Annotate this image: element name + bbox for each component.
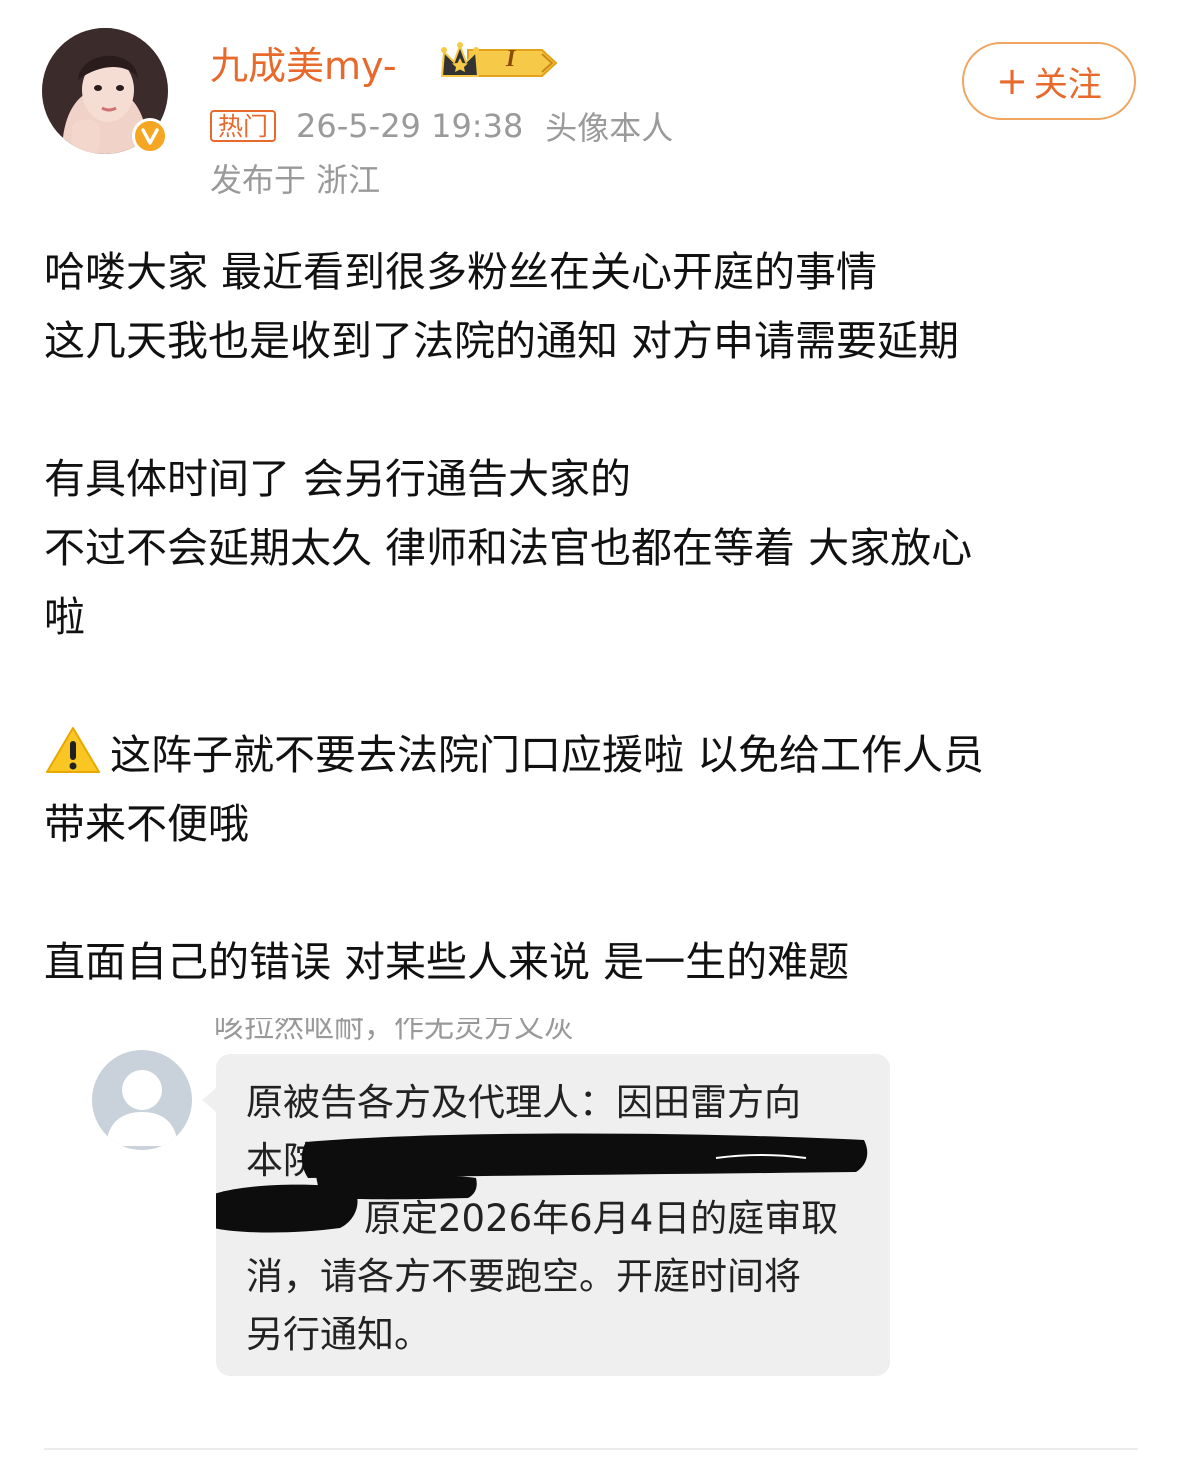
plus-icon: + (996, 59, 1028, 103)
post-timestamp: 26-5-29 19:38 (296, 107, 524, 145)
post-line: 哈喽大家 最近看到很多粉丝在关心开庭的事情 (44, 248, 878, 296)
post-line: 啦 (44, 593, 85, 641)
cut-off-text: 咳拉然呕耐，作无灵方又灰 (214, 1018, 574, 1042)
default-person-icon (92, 1050, 192, 1150)
sms-line: 另行通知。 (246, 1313, 431, 1356)
post-source: 头像本人 (545, 109, 674, 147)
crown-icon (440, 42, 480, 77)
badge-level: I (506, 46, 516, 72)
redaction-mark (216, 1133, 868, 1233)
bottom-divider (44, 1448, 1138, 1450)
warning-icon (44, 725, 102, 775)
member-level-badge[interactable]: I (438, 40, 558, 86)
post-line: 不过不会延期太久 律师和法官也都在等着 大家放心 (44, 524, 973, 572)
post-line: 带来不便哦 (44, 800, 249, 848)
post-line: 这几天我也是收到了法院的通知 对方申请需要延期 (44, 317, 960, 365)
post-meta: 热门 26-5-29 19:38 头像本人 (210, 106, 674, 147)
post-body: 哈喽大家 最近看到很多粉丝在关心开庭的事情 这几天我也是收到了法院的通知 对方申… (44, 238, 1139, 997)
sms-bubble: 原被告各方及代理人：因田雷方向 本院 原定2026年6月4日的庭审取 消，请各方… (202, 1054, 890, 1376)
hot-tag[interactable]: 热门 (210, 110, 277, 142)
verified-v-icon (132, 118, 168, 154)
post-location: 发布于 浙江 (210, 161, 381, 199)
post-line-text: 这阵子就不要去法院门口应援啦 以免给工作人员 (110, 731, 985, 779)
follow-label: 关注 (1033, 64, 1102, 105)
attached-sms-screenshot[interactable]: 咳拉然呕耐，作无灵方又灰 原被告各方及代理人：因田雷方向 本院 原定2026年6… (84, 1018, 894, 1388)
post-line: 直面自己的错误 对某些人来说 是一生的难题 (44, 938, 850, 986)
username[interactable]: 九成美my- (210, 42, 397, 90)
post-line: 有具体时间了 会另行通告大家的 (44, 455, 632, 503)
follow-button[interactable]: + 关注 (962, 42, 1136, 120)
post-line-warning: 这阵子就不要去法院门口应援啦 以免给工作人员 (44, 721, 1139, 790)
sms-line: 消，请各方不要跑空。开庭时间将 (246, 1255, 801, 1298)
post-header: 九成美my- I 热门 26-5-29 19:38 头像本人 发布于 浙江 + … (0, 0, 1179, 210)
